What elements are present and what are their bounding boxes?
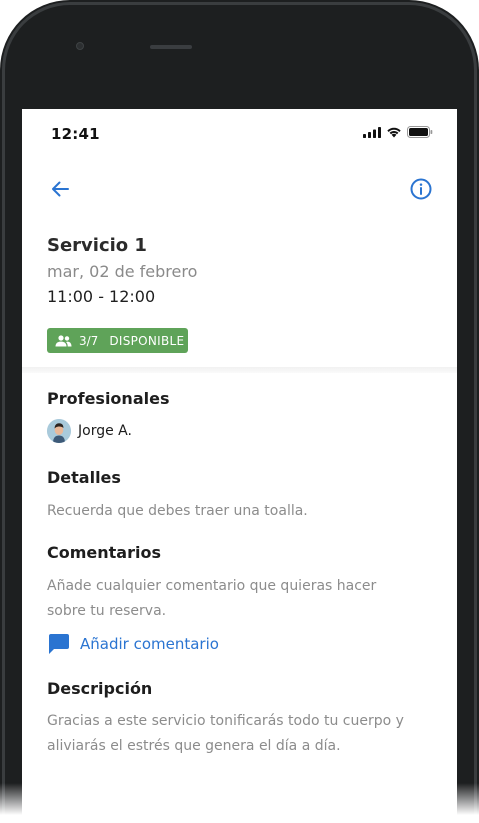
info-circle-icon [410, 178, 432, 200]
app-screen: 12:41 Servicio 1 mar, 02 de febrero 11:0… [22, 109, 457, 823]
professionals-heading: Profesionales [47, 389, 170, 408]
front-camera [76, 42, 84, 50]
earpiece-speaker [150, 45, 192, 49]
status-bar: 12:41 [22, 109, 457, 157]
people-icon [55, 334, 72, 346]
availability-badge: 3/7 DISPONIBLE [47, 328, 188, 353]
service-header: Servicio 1 mar, 02 de febrero 11:00 - 12… [47, 235, 437, 306]
details-heading: Detalles [47, 468, 121, 487]
description-text: Gracias a este servicio tonificarás todo… [47, 713, 404, 754]
wifi-icon [387, 127, 401, 138]
professional-item[interactable]: Jorge A. [47, 419, 132, 443]
battery-icon [407, 126, 433, 138]
service-hours: 11:00 - 12:00 [47, 287, 156, 306]
comments-text: Añade cualquier comentario que quieras h… [47, 578, 377, 619]
status-icons [363, 126, 433, 138]
status-time: 12:41 [51, 125, 100, 143]
add-comment-label: Añadir comentario [80, 635, 219, 653]
service-title: Servicio 1 [47, 235, 147, 256]
top-nav [22, 171, 457, 207]
details-text: Recuerda que debes traer una toalla. [47, 503, 308, 519]
professional-name: Jorge A. [78, 423, 132, 439]
cellular-signal-icon [363, 126, 381, 138]
description-heading: Descripción [47, 679, 153, 698]
availability-status: DISPONIBLE [109, 333, 185, 348]
comment-icon [49, 634, 69, 654]
arrow-left-icon [52, 181, 69, 197]
service-date: mar, 02 de febrero [47, 262, 198, 281]
avatar [47, 419, 71, 443]
info-button[interactable] [409, 177, 433, 201]
phone-frame: 12:41 Servicio 1 mar, 02 de febrero 11:0… [0, 0, 479, 823]
back-button[interactable] [48, 177, 72, 201]
section-divider [22, 367, 457, 373]
comments-heading: Comentarios [47, 543, 161, 562]
bottom-fade [0, 783, 479, 823]
add-comment-button[interactable]: Añadir comentario [48, 633, 219, 655]
capacity-count: 3/7 [79, 333, 99, 348]
